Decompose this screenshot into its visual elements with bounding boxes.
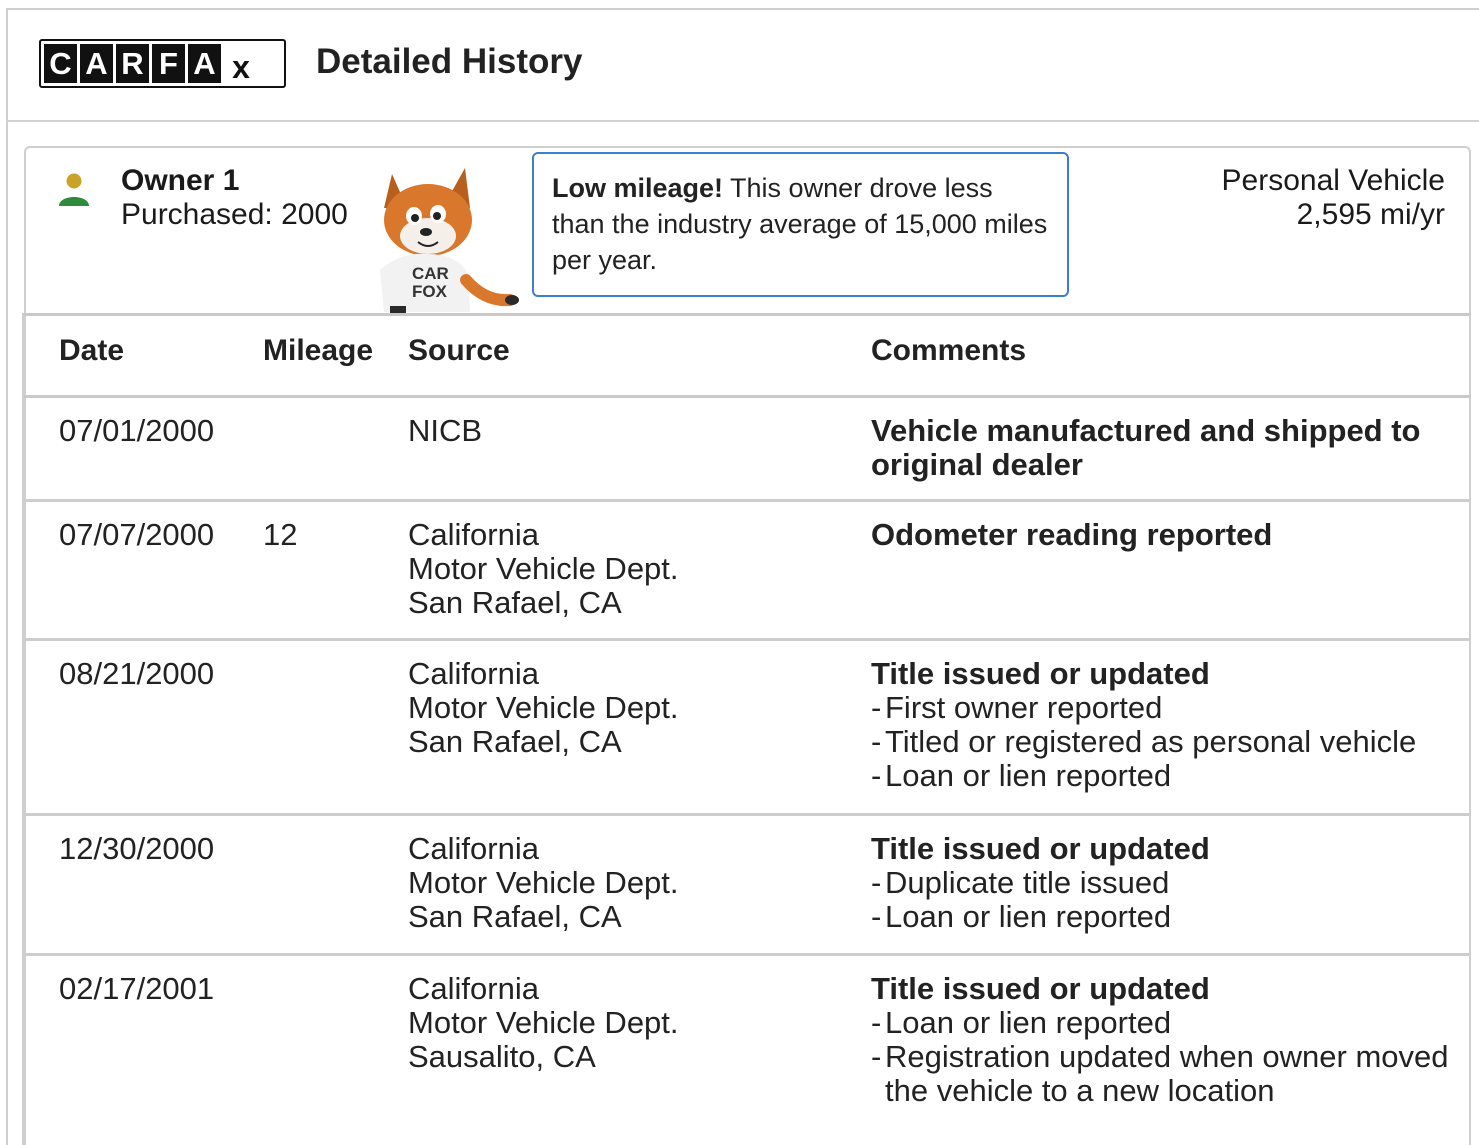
comment-item: - First owner reported bbox=[871, 690, 1163, 725]
source-line: California bbox=[408, 656, 539, 691]
comment-item: - Loan or lien reported bbox=[871, 1005, 1172, 1040]
source-line: Motor Vehicle Dept. bbox=[408, 551, 679, 586]
table-row: 02/17/2001 California Motor Vehicle Dept… bbox=[24, 956, 1471, 1145]
row-comments: Title issued or updated - First owner rep… bbox=[871, 657, 1451, 793]
page-title: Detailed History bbox=[316, 42, 583, 81]
table-row: 07/07/2000 12 California Motor Vehicle D… bbox=[24, 502, 1471, 641]
svg-text:FOX: FOX bbox=[412, 282, 448, 301]
comment-title: Vehicle manufactured and shipped to orig… bbox=[871, 413, 1421, 482]
row-comments: Odometer reading reported bbox=[871, 518, 1451, 552]
row-comments: Vehicle manufactured and shipped to orig… bbox=[871, 414, 1451, 482]
source-line: California bbox=[408, 971, 539, 1006]
comment-title: Odometer reading reported bbox=[871, 517, 1273, 552]
row-source: California Motor Vehicle Dept. San Rafae… bbox=[408, 657, 679, 759]
comment-item: - Titled or registered as personal vehicl… bbox=[871, 724, 1417, 759]
low-mileage-callout: Low mileage! This owner drove less than … bbox=[532, 152, 1069, 297]
source-line: Motor Vehicle Dept. bbox=[408, 1005, 679, 1040]
source-line: San Rafael, CA bbox=[408, 899, 622, 934]
callout-highlight: Low mileage! bbox=[552, 173, 724, 203]
source-line: Sausalito, CA bbox=[408, 1039, 596, 1074]
logo-letter: R bbox=[116, 44, 149, 83]
carfax-logo: C A R F A x bbox=[39, 39, 286, 88]
header-date: Date bbox=[59, 334, 125, 367]
history-table: Date Mileage Source Comments 07/01/2000 … bbox=[22, 313, 1471, 1145]
row-date: 07/01/2000 bbox=[59, 413, 215, 448]
row-mileage: 12 bbox=[263, 517, 298, 552]
report-header: C A R F A x Detailed History bbox=[6, 8, 1479, 122]
logo-letter: x bbox=[224, 44, 258, 83]
header-comments: Comments bbox=[871, 334, 1027, 367]
row-source: California Motor Vehicle Dept. Sausalito… bbox=[408, 972, 679, 1074]
row-comments: Title issued or updated - Loan or lien re… bbox=[871, 972, 1451, 1108]
source-line: California bbox=[408, 517, 539, 552]
header-mileage: Mileage bbox=[263, 334, 374, 367]
comment-item: - Loan or lien reported bbox=[871, 758, 1172, 793]
logo-letter: C bbox=[44, 44, 77, 83]
owner-title: Owner 1 bbox=[121, 164, 240, 197]
logo-letter: A bbox=[188, 44, 221, 83]
comment-title: Title issued or updated bbox=[871, 971, 1210, 1006]
comment-item: - Registration updated when owner moved t… bbox=[871, 1039, 1449, 1108]
row-date: 07/07/2000 bbox=[59, 517, 215, 552]
logo-letter: F bbox=[152, 44, 185, 83]
row-source: California Motor Vehicle Dept. San Rafae… bbox=[408, 832, 679, 934]
person-icon bbox=[59, 173, 89, 206]
source-line: San Rafael, CA bbox=[408, 585, 622, 620]
table-header: Date Mileage Source Comments bbox=[24, 316, 1471, 398]
row-date: 12/30/2000 bbox=[59, 831, 215, 866]
car-fox-mascot: CAR FOX bbox=[380, 168, 519, 314]
mascot-shirt-text: CAR bbox=[412, 264, 449, 283]
source-line: NICB bbox=[408, 413, 483, 448]
logo-letter: A bbox=[80, 44, 113, 83]
source-line: Motor Vehicle Dept. bbox=[408, 865, 679, 900]
row-source: California Motor Vehicle Dept. San Rafae… bbox=[408, 518, 679, 620]
vehicle-type: Personal Vehicle bbox=[1221, 164, 1445, 197]
comment-title: Title issued or updated bbox=[871, 656, 1210, 691]
table-row: 08/21/2000 California Motor Vehicle Dept… bbox=[24, 641, 1471, 816]
comment-item: - Duplicate title issued bbox=[871, 865, 1170, 900]
row-comments: Title issued or updated - Duplicate title… bbox=[871, 832, 1451, 934]
source-line: Motor Vehicle Dept. bbox=[408, 690, 679, 725]
mileage-rate: 2,595 mi/yr bbox=[1296, 198, 1445, 231]
header-source: Source bbox=[408, 334, 510, 367]
row-date: 08/21/2000 bbox=[59, 656, 215, 691]
source-line: California bbox=[408, 831, 539, 866]
owner-purchased: Purchased: 2000 bbox=[121, 198, 348, 231]
comment-title: Title issued or updated bbox=[871, 831, 1210, 866]
table-row: 07/01/2000 NICB Vehicle manufactured and… bbox=[24, 398, 1471, 502]
source-line: San Rafael, CA bbox=[408, 724, 622, 759]
row-date: 02/17/2001 bbox=[59, 971, 215, 1006]
comment-item: - Loan or lien reported bbox=[871, 899, 1172, 934]
row-source: NICB bbox=[408, 414, 482, 448]
table-row: 12/30/2000 California Motor Vehicle Dept… bbox=[24, 816, 1471, 956]
